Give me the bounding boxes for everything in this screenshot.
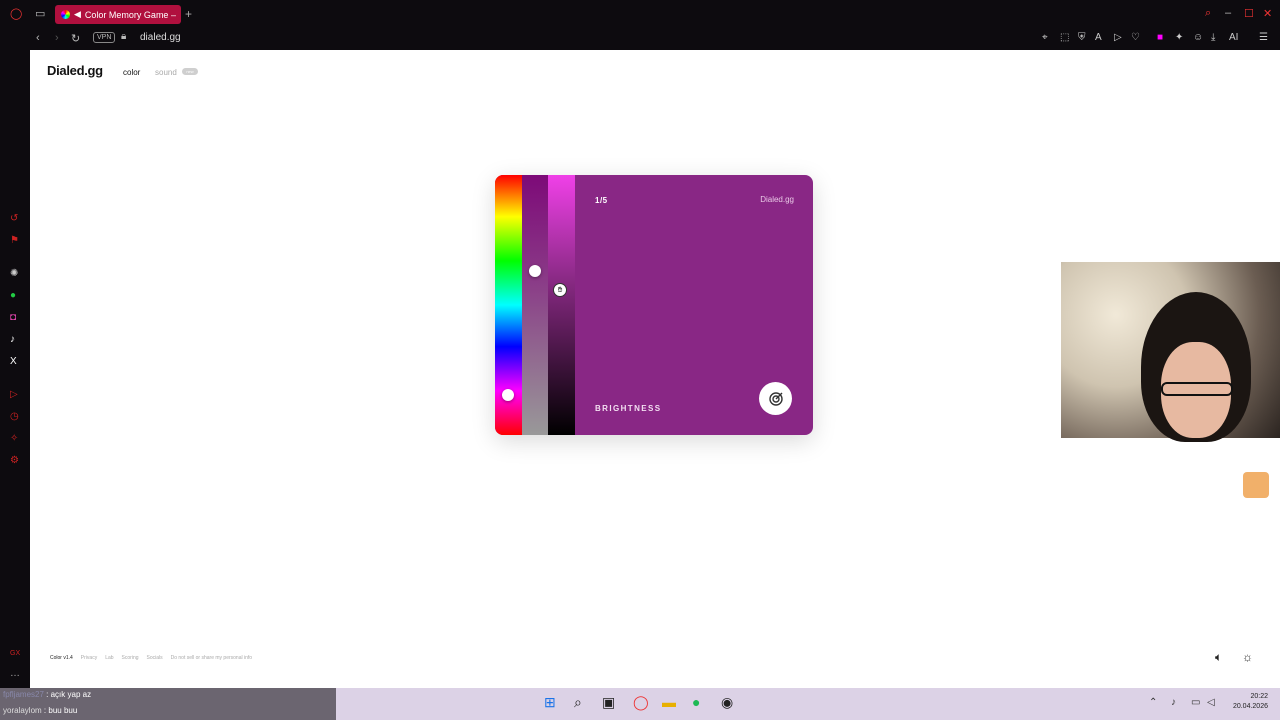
round-counter: 1/5 <box>595 196 608 205</box>
color-game-card: ✋︎ 1/5 Dialed.gg BRIGHTNESS <box>495 175 813 435</box>
menu-icon[interactable]: ☰ <box>1259 32 1268 43</box>
footer-privacy[interactable]: Privacy <box>81 655 97 661</box>
opera-logo-icon[interactable]: ◯ <box>10 7 22 20</box>
pin-icon[interactable]: ⌖ <box>1042 32 1048 43</box>
new-tab-button[interactable]: + <box>185 7 192 21</box>
chat-message: yoralaylom : buu buu <box>3 706 77 715</box>
footer-do-not-sell[interactable]: Do not sell or share my personal info <box>171 655 252 661</box>
shield-icon[interactable]: ⛨ <box>1078 32 1086 43</box>
webcam-overlay <box>1061 262 1280 442</box>
volume-icon[interactable]: 🔈︎ <box>1215 650 1222 665</box>
chat-text: : açık yap az <box>46 690 92 699</box>
tray-chevron-icon[interactable]: ⌃ <box>1149 697 1157 708</box>
lock-icon[interactable]: 🔒︎ <box>121 31 126 42</box>
site-logo[interactable]: Dialed.gg <box>47 63 103 78</box>
sidebar-player-icon[interactable]: ▷ <box>10 389 18 400</box>
translate-icon[interactable]: A <box>1095 32 1102 43</box>
footer-version: Color v1.4 <box>50 655 73 661</box>
active-tab[interactable]: ◀ Color Memory Game – <box>55 5 181 24</box>
sidebar-clock-icon[interactable]: ◷ <box>10 411 19 422</box>
sidebar-more-icon[interactable]: … <box>10 668 20 679</box>
sidebar-whatsapp-icon[interactable]: ● <box>10 290 16 301</box>
folder-icon[interactable]: ▬ <box>662 694 676 710</box>
minimize-icon[interactable]: – <box>1225 7 1231 19</box>
tray-mic-icon[interactable]: ♪ <box>1171 697 1176 708</box>
floating-avatar[interactable] <box>1243 472 1269 498</box>
spotify-icon[interactable]: ● <box>692 694 700 710</box>
browser-sidebar: ↺ ⚑ ✺ ● ◘ ♪ X ▷ ◷ ✧ ⚙ GX … <box>0 50 30 688</box>
forward-icon[interactable]: › <box>55 32 59 44</box>
favicon-icon <box>61 10 70 19</box>
sidebar-gx-icon[interactable]: GX <box>10 650 20 657</box>
chat-message: fpfljames27 : açık yap az <box>3 690 91 699</box>
sidebar-history-icon[interactable]: ↺ <box>10 213 18 224</box>
footer-lab[interactable]: Lab <box>105 655 113 661</box>
sidebar-settings-icon[interactable]: ⚙ <box>10 455 19 466</box>
play-icon[interactable]: ▷ <box>1114 32 1122 43</box>
clock-date: 20.04.2026 <box>1232 703 1268 710</box>
streamer-glasses <box>1161 382 1233 396</box>
submit-button[interactable] <box>759 382 792 415</box>
speaker-icon[interactable]: ◀ <box>74 9 81 20</box>
chat-user: yoralaylom <box>3 706 42 715</box>
sidebar-extensions-icon[interactable]: ✧ <box>10 433 18 444</box>
puzzle-icon[interactable]: ✦ <box>1175 32 1183 43</box>
vpn-badge[interactable]: VPN <box>93 32 116 43</box>
back-icon[interactable]: ‹ <box>36 32 40 44</box>
saturation-handle[interactable] <box>529 265 541 277</box>
sidebar-chatgpt-icon[interactable]: ✺ <box>10 268 18 279</box>
opera-taskbar-icon[interactable]: ◯ <box>633 694 649 711</box>
sidebar-bag-icon[interactable]: ⚑ <box>10 235 19 246</box>
download-icon[interactable]: ⤓ <box>1211 32 1215 43</box>
stream-chat: fpfljames27 : açık yap az yoralaylom : b… <box>0 688 336 720</box>
tab-title: Color Memory Game – <box>84 9 176 20</box>
extension-icon[interactable]: ■ <box>1157 32 1163 43</box>
maximize-icon[interactable]: ☐ <box>1244 7 1254 20</box>
search-taskbar-icon[interactable]: ⌕ <box>574 694 582 711</box>
footer-scoring[interactable]: Scoring <box>122 655 139 661</box>
slider-label: BRIGHTNESS <box>595 404 662 413</box>
footer-links: Color v1.4 Privacy Lab Scoring Socials D… <box>50 655 252 661</box>
chat-text: : buu buu <box>43 706 78 715</box>
tray-display-icon[interactable]: ▭ <box>1191 697 1200 708</box>
chat-user: fpfljames27 <box>3 690 44 699</box>
reload-icon[interactable]: ↻ <box>71 32 80 45</box>
saturation-slider[interactable] <box>522 175 548 435</box>
new-badge: new <box>182 68 198 75</box>
hue-handle[interactable] <box>502 389 514 401</box>
clock-time: 20:22 <box>1250 693 1268 700</box>
ai-button[interactable]: AI <box>1229 32 1238 43</box>
brightness-slider[interactable] <box>548 175 575 435</box>
target-icon <box>768 391 783 406</box>
card-brand: Dialed.gg <box>760 195 794 204</box>
search-icon[interactable]: ⌕ <box>1205 7 1211 20</box>
nav-sound-link[interactable]: sound <box>155 68 177 77</box>
tray-volume-icon[interactable]: ◁ <box>1207 697 1215 708</box>
sidebar-x-icon[interactable]: X <box>10 356 17 367</box>
system-clock[interactable]: 20:22 20.04.2026 <box>1233 692 1268 712</box>
snapshot-icon[interactable]: ⬚ <box>1060 32 1069 43</box>
address-bar: ‹ › ↻ VPN 🔒︎ dialed.gg ⌖ ⬚ ⛨ A ▷ ♡ ■ ✦ ☺… <box>0 28 1280 50</box>
browser-tab-bar: ◯ ▭ ◀ Color Memory Game – + ⌕ – ☐ ✕ <box>0 0 1280 28</box>
tab-menu-icon[interactable]: ▭ <box>35 7 45 20</box>
heart-icon[interactable]: ♡ <box>1131 32 1140 43</box>
taskview-icon[interactable]: ▣ <box>602 694 615 711</box>
sidebar-tiktok-icon[interactable]: ♪ <box>10 334 15 345</box>
start-icon[interactable]: ⊞ <box>544 694 556 711</box>
nav-color-link[interactable]: color <box>123 68 140 77</box>
theme-toggle-icon[interactable]: ☼ <box>1242 650 1253 664</box>
close-icon[interactable]: ✕ <box>1263 7 1272 20</box>
grab-cursor-icon: ✋︎ <box>553 283 567 297</box>
footer-socials[interactable]: Socials <box>147 655 163 661</box>
url-field[interactable]: dialed.gg <box>140 32 181 43</box>
sidebar-instagram-icon[interactable]: ◘ <box>10 312 16 323</box>
profile-icon[interactable]: ☺ <box>1193 32 1203 43</box>
app-icon[interactable]: ◉ <box>721 694 733 711</box>
